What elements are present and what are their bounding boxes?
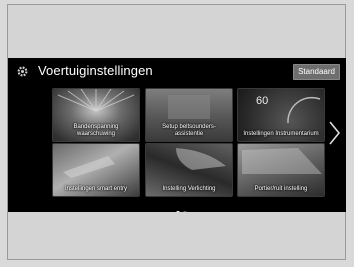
tile-label: Bandenspanning waarschuwing (73, 124, 119, 137)
tile-tire-pressure-warning[interactable]: Bandenspanning waarschuwing (52, 88, 140, 142)
page-title: Voertuiginstellingen (38, 63, 153, 78)
tile-smart-entry[interactable]: Instellingen smart entry (52, 143, 140, 197)
vehicle-settings-screen: Voertuiginstellingen Standaard Bandenspa… (8, 58, 346, 212)
door-icon (242, 148, 322, 174)
tile-label: Setup beltsounders-assistentie (162, 124, 216, 137)
standard-button[interactable]: Standaard (293, 64, 340, 80)
page-dot-active (176, 211, 180, 212)
chevron-right-icon[interactable] (326, 120, 342, 146)
header-bar: Voertuiginstellingen Standaard (8, 58, 346, 84)
gauge-icon (287, 96, 321, 124)
headlight-icon (176, 148, 226, 170)
key-icon (63, 156, 115, 178)
gear-icon (17, 66, 28, 77)
tile-door-window[interactable]: Portier/ruit instelling (237, 143, 325, 197)
seatbelt-icon (168, 95, 210, 119)
tile-label: Instellingen Instrumentarium (243, 131, 319, 137)
tile-label: Portier/ruit instelling (254, 186, 308, 192)
tile-label: Instellingen smart entry (64, 186, 128, 192)
tile-label: Instelling Verlichting (162, 186, 216, 192)
tile-seatbelt-assist[interactable]: Setup beltsounders-assistentie (145, 88, 233, 142)
tire-icon (57, 89, 135, 112)
tile-lighting[interactable]: Instelling Verlichting (145, 143, 233, 197)
page-dot (183, 211, 187, 212)
tile-instrument-settings[interactable]: 60 Instellingen Instrumentarium (237, 88, 325, 142)
page-indicator (176, 202, 190, 212)
